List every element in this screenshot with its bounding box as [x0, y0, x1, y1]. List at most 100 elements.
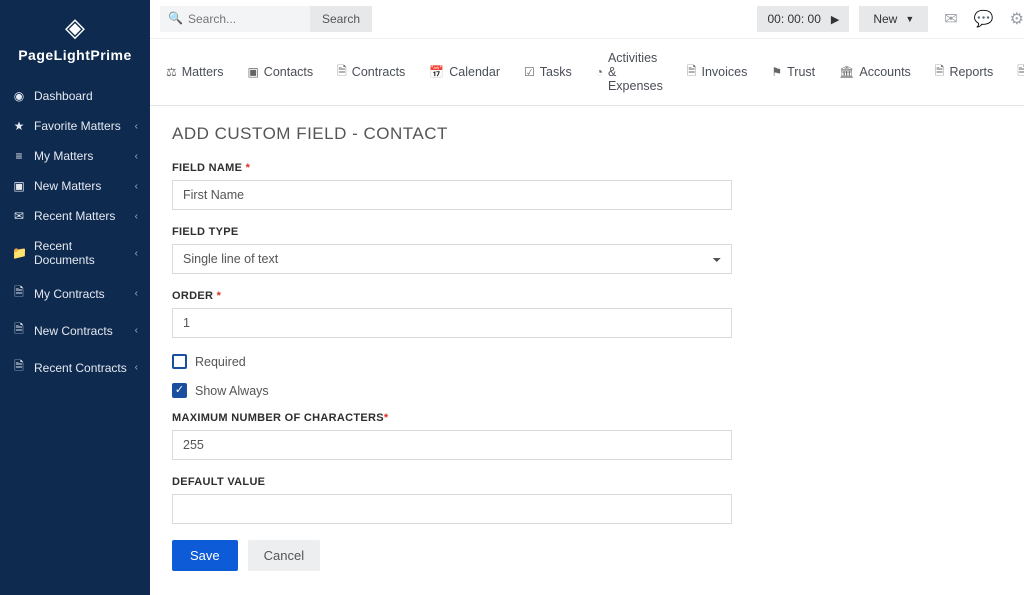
nav-item-icon: 🗎: [935, 62, 945, 83]
caret-down-icon: ▼: [905, 14, 914, 24]
sidebar-item-icon: 🗎: [12, 320, 26, 341]
sidebar-item-label: New Contracts: [34, 324, 113, 338]
order-label: ORDER *: [172, 290, 908, 302]
content: ADD CUSTOM FIELD - CONTACT FIELD NAME * …: [150, 106, 930, 595]
chevron-left-icon: ‹: [135, 121, 138, 132]
chevron-left-icon: ‹: [135, 288, 138, 299]
default-value-label: DEFAULT VALUE: [172, 476, 908, 488]
nav-item-icon: 🗎: [1017, 62, 1024, 83]
nav-item-label: Matters: [182, 65, 224, 79]
show-always-checkbox[interactable]: [172, 383, 187, 398]
sidebar-item-icon: ◉: [12, 89, 26, 103]
topbar: 🔍 Search 00: 00: 00 ▶ New ▼ ✉ 💬 ⚙: [150, 0, 1024, 39]
page-title: ADD CUSTOM FIELD - CONTACT: [172, 124, 908, 144]
nav-item-icon: ⚖: [166, 65, 177, 79]
sidebar-item-icon: ≡: [12, 149, 26, 163]
nav-item-calendar[interactable]: 📅 Calendar: [419, 53, 510, 91]
brand-logo-icon: ◈: [0, 12, 150, 43]
sidebar-item-label: Recent Matters: [34, 209, 115, 223]
sidebar-item-icon: ▣: [12, 179, 26, 193]
chat-icon[interactable]: 💬: [974, 9, 994, 29]
sidebar-item-label: My Matters: [34, 149, 93, 163]
cancel-button[interactable]: Cancel: [248, 540, 320, 571]
brand-area: ◈ PageLightPrime: [0, 0, 150, 81]
nav-item-tasks[interactable]: ☑ Tasks: [514, 53, 582, 91]
nav-item-activities-expenses[interactable]: ◔ Activities & Expenses: [586, 39, 673, 105]
field-name-label: FIELD NAME *: [172, 162, 908, 174]
nav-item-icon: 🏛: [839, 65, 854, 79]
nav-item-contracts[interactable]: 🗎 Contracts: [327, 50, 415, 95]
search-button[interactable]: Search: [310, 6, 372, 32]
nav-item-icon: ⚑: [771, 65, 782, 79]
sidebar-item-icon: 📁: [12, 246, 26, 260]
sidebar-item-favorite-matters[interactable]: ★Favorite Matters‹: [0, 111, 150, 141]
order-input[interactable]: [172, 308, 732, 338]
nav-item-label: Trust: [787, 65, 815, 79]
sidebar: ◈ PageLightPrime ◉Dashboard★Favorite Mat…: [0, 0, 150, 595]
chevron-left-icon: ‹: [135, 362, 138, 373]
sidebar-item-recent-matters[interactable]: ✉ Recent Matters ‹: [0, 201, 150, 231]
mail-icon[interactable]: ✉: [944, 9, 957, 29]
nav-item-accounts[interactable]: 🏛Accounts: [829, 53, 921, 91]
max-chars-input[interactable]: [172, 430, 732, 460]
required-star: *: [217, 290, 222, 302]
nav-item-label: Tasks: [540, 65, 572, 79]
default-value-input[interactable]: [172, 494, 732, 524]
sidebar-item-my-contracts[interactable]: 🗎My Contracts‹: [0, 275, 150, 312]
sidebar-item-my-matters[interactable]: ≡My Matters‹: [0, 141, 150, 171]
nav-item-invoices[interactable]: 🗎 Invoices: [677, 50, 758, 95]
navbar: ⚖ Matters ▣ Contacts 🗎 Contracts 📅 Calendar ☑ Tas…: [150, 39, 1024, 106]
timer-display[interactable]: 00: 00: 00 ▶: [757, 6, 849, 32]
chevron-left-icon: ‹: [135, 325, 138, 336]
nav-item-icon: 🗎: [687, 62, 697, 83]
show-always-checkbox-label: Show Always: [195, 384, 269, 398]
required-checkbox[interactable]: [172, 354, 187, 369]
field-name-input[interactable]: [172, 180, 732, 210]
nav-item-contacts[interactable]: ▣ Contacts: [237, 53, 323, 91]
sidebar-item-new-contracts[interactable]: 🗎 New Contracts ‹: [0, 312, 150, 349]
nav-item-label: Activities & Expenses: [608, 51, 663, 93]
sidebar-item-label: Recent Documents: [34, 239, 135, 267]
field-type-label: FIELD TYPE: [172, 226, 908, 238]
nav-item-icon: 📅: [429, 65, 444, 79]
nav-item-icon: ☑: [524, 65, 535, 79]
nav-item-icon: 🗎: [337, 62, 347, 83]
sidebar-item-label: Dashboard: [34, 89, 93, 103]
sidebar-item-recent-contracts[interactable]: 🗎 Recent Contracts ‹: [0, 349, 150, 386]
nav-item-intake[interactable]: 🗎Intake: [1007, 50, 1024, 95]
brand-name: PageLightPrime: [0, 47, 150, 63]
sidebar-item-icon: ✉: [12, 209, 26, 223]
top-icons: ✉ 💬 ⚙: [938, 6, 1024, 32]
sidebar-item-new-matters[interactable]: ▣ New Matters ‹: [0, 171, 150, 201]
required-star: *: [246, 162, 251, 174]
nav-item-matters[interactable]: ⚖ Matters: [156, 53, 233, 91]
nav-item-trust[interactable]: ⚑ Trust: [761, 53, 825, 91]
play-icon[interactable]: ▶: [831, 13, 839, 26]
new-button[interactable]: New ▼: [859, 6, 928, 32]
nav-item-icon: ▣: [247, 65, 258, 79]
sidebar-item-icon: 🗎: [12, 357, 26, 378]
max-chars-label: MAXIMUM NUMBER OF CHARACTERS*: [172, 412, 908, 424]
search-group: 🔍 Search: [160, 6, 372, 32]
nav-item-label: Contacts: [264, 65, 313, 79]
gear-icon[interactable]: ⚙: [1010, 9, 1024, 29]
nav-item-label: Reports: [949, 65, 993, 79]
new-button-label: New: [873, 12, 897, 26]
save-button[interactable]: Save: [172, 540, 238, 571]
nav-item-label: Calendar: [449, 65, 500, 79]
nav-item-label: Invoices: [702, 65, 748, 79]
field-type-select[interactable]: Single line of text: [172, 244, 732, 274]
sidebar-item-label: Favorite Matters: [34, 119, 121, 133]
nav-item-icon: ◔: [596, 65, 603, 79]
chevron-left-icon: ‹: [135, 181, 138, 192]
chevron-left-icon: ‹: [135, 211, 138, 222]
nav-item-label: Contracts: [352, 65, 406, 79]
sidebar-item-icon: 🗎: [12, 283, 26, 304]
search-icon: 🔍: [168, 11, 183, 25]
nav-item-reports[interactable]: 🗎 Reports: [925, 50, 1003, 95]
sidebar-item-label: New Matters: [34, 179, 101, 193]
sidebar-item-recent-documents[interactable]: 📁 Recent Documents‹: [0, 231, 150, 275]
sidebar-item-dashboard[interactable]: ◉ Dashboard: [0, 81, 150, 111]
sidebar-item-label: Recent Contracts: [34, 361, 127, 375]
chevron-left-icon: ‹: [135, 248, 138, 259]
